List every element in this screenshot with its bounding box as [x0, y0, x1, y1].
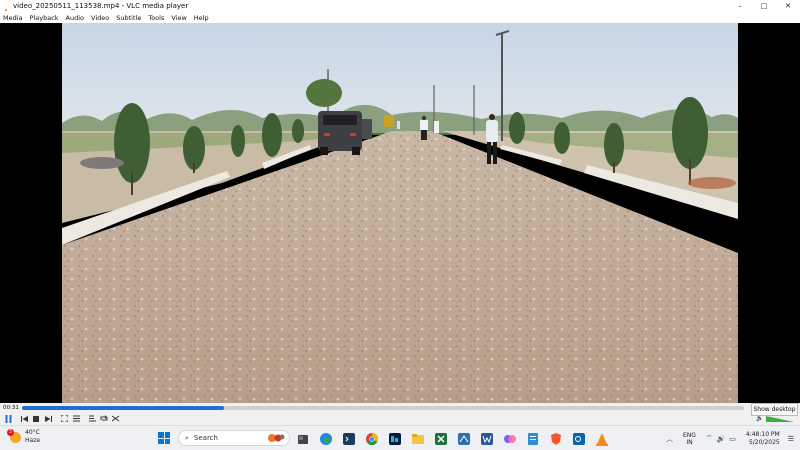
clock-date: 5/20/2025	[748, 438, 780, 446]
maximize-button[interactable]: □	[752, 0, 776, 12]
seek-slider[interactable]	[22, 405, 744, 410]
loop-icon[interactable]	[99, 414, 109, 424]
menu-audio[interactable]: Audio	[66, 14, 84, 22]
search-icon: ⌕	[185, 433, 189, 442]
menu-subtitle[interactable]: Subtitle	[116, 14, 141, 22]
volume-icon[interactable]: 🔊	[717, 435, 726, 443]
clock[interactable]: 4:48:10 PM 5/20/2025	[746, 431, 780, 447]
seek-row: 00:31	[0, 403, 800, 412]
outlook-icon[interactable]	[572, 431, 586, 445]
volume-control[interactable]: 🔈	[756, 415, 794, 422]
minimize-button[interactable]: –	[728, 0, 752, 12]
taskbar: 5 40°C Haze ⌕ Search ︿ ENG IN ⌔ 🔊 ▭ 4:48…	[0, 425, 800, 450]
previous-icon[interactable]	[19, 414, 29, 424]
title-bar: video_20250511_113538.mp4 - VLC media pl…	[0, 0, 800, 17]
battery-icon[interactable]: ▭	[729, 435, 736, 443]
menu-video[interactable]: Video	[91, 14, 109, 22]
menu-playback[interactable]: Playback	[30, 14, 59, 22]
video-scene-image	[62, 23, 738, 403]
wifi-icon[interactable]: ⌔	[706, 434, 713, 443]
volume-level	[766, 415, 794, 422]
fullscreen-icon[interactable]	[59, 414, 69, 424]
search-placeholder: Search	[193, 434, 218, 442]
window-title: video_20250511_113538.mp4 - VLC media pl…	[13, 2, 189, 10]
region-code: IN	[686, 438, 693, 446]
show-desktop-tooltip: Show desktop	[751, 403, 798, 416]
sun-icon: 5	[7, 428, 21, 443]
menu-view[interactable]: View	[171, 14, 186, 22]
next-icon[interactable]	[43, 414, 53, 424]
weather-temp: 40°C	[25, 429, 40, 436]
chrome-icon[interactable]	[365, 431, 379, 446]
clock-time: 4:48:10 PM	[745, 430, 780, 438]
taskbar-search[interactable]: ⌕ Search	[178, 430, 290, 446]
close-button[interactable]: ✕	[776, 0, 800, 12]
video-frame	[62, 23, 738, 403]
folder-icon[interactable]	[411, 431, 425, 445]
notification-badge: 5	[7, 428, 14, 436]
word-icon[interactable]	[480, 431, 494, 445]
menu-tools[interactable]: Tools	[148, 14, 164, 22]
notifications-icon[interactable]: ☰	[788, 435, 794, 443]
menu-bar: Media Playback Audio Video Subtitle Tool…	[0, 12, 800, 23]
extended-settings-icon[interactable]	[71, 414, 81, 424]
weather-widget[interactable]: 5 40°C Haze	[7, 428, 41, 445]
menu-media[interactable]: Media	[3, 14, 23, 22]
vlc-window: video_20250511_113538.mp4 - VLC media pl…	[0, 0, 800, 450]
vlc-icon[interactable]	[595, 431, 609, 446]
controls-row	[0, 412, 800, 425]
stop-icon[interactable]	[31, 414, 41, 424]
copilot-icon[interactable]	[503, 431, 517, 445]
system-tray: ︿ ENG IN ⌔ 🔊 ▭ 4:48:10 PM 5/20/2025 ☰	[666, 426, 800, 450]
notepad-icon[interactable]	[526, 431, 540, 445]
seek-progress	[22, 405, 225, 410]
weather-condition: Haze	[25, 437, 41, 444]
search-highlight-icon	[268, 434, 285, 442]
volume-slider[interactable]	[766, 415, 794, 422]
excel-icon[interactable]	[434, 431, 448, 445]
windows-start-icon[interactable]	[158, 432, 170, 444]
brave-icon[interactable]	[549, 431, 563, 445]
language-code: ENG	[683, 431, 696, 439]
app-icon[interactable]	[457, 431, 471, 445]
menu-help[interactable]: Help	[194, 14, 209, 22]
file-explorer-icon[interactable]	[296, 431, 310, 445]
video-area[interactable]	[0, 23, 800, 403]
pause-icon[interactable]	[3, 414, 13, 424]
terminal-icon[interactable]	[342, 431, 356, 445]
vlc-cone-icon	[2, 2, 10, 17]
speaker-icon[interactable]: 🔈	[756, 415, 763, 422]
edge-icon[interactable]	[319, 431, 333, 445]
chevron-up-icon[interactable]: ︿	[666, 434, 673, 444]
photoshop-icon[interactable]	[388, 431, 402, 445]
elapsed-time: 00:31	[3, 404, 19, 411]
language-indicator[interactable]: ENG IN	[683, 432, 696, 446]
playlist-icon[interactable]	[87, 414, 97, 424]
shuffle-icon[interactable]	[111, 414, 121, 424]
